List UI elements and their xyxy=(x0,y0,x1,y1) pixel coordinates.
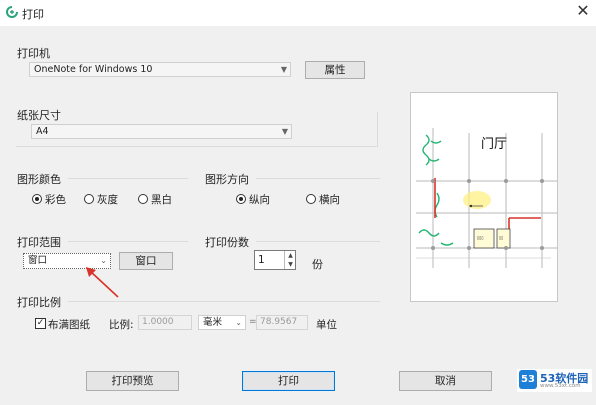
color-option-label: 灰度 xyxy=(97,194,118,206)
properties-button[interactable]: 属性 xyxy=(305,61,365,79)
divider xyxy=(68,301,380,302)
printer-label: 打印机 xyxy=(17,47,50,60)
chevron-down-icon: ▼ xyxy=(281,127,288,136)
stepper-down-icon[interactable]: ▼ xyxy=(284,260,296,269)
orientation-radio-portrait[interactable] xyxy=(236,194,246,204)
watermark-logo: 53 xyxy=(519,370,537,389)
window-button[interactable]: 窗口 xyxy=(119,252,173,270)
divider xyxy=(68,241,188,242)
divider xyxy=(377,112,378,147)
print-scale-label: 打印比例 xyxy=(17,296,61,309)
chevron-down-icon: ▼ xyxy=(280,65,287,74)
print-preview: ▯▯▯ ▯▯ 门厅 xyxy=(410,92,558,302)
color-radio-monochrome[interactable] xyxy=(138,194,148,204)
copies-unit: 份 xyxy=(312,258,323,271)
print-preview-button[interactable]: 打印预览 xyxy=(86,371,179,391)
fit-to-paper-checkbox[interactable]: ✓ xyxy=(35,318,46,329)
close-icon[interactable]: ✕ xyxy=(574,2,592,20)
color-option-label: 黑白 xyxy=(151,194,172,206)
divider xyxy=(16,146,378,147)
print-range-label: 打印范围 xyxy=(17,236,61,249)
color-option-label: 彩色 xyxy=(45,194,66,206)
ratio-input-value: 1.0000 xyxy=(142,317,174,327)
printer-select[interactable]: OneNote for Windows 10 ▼ xyxy=(29,62,291,77)
unit-value-text: 78.9567 xyxy=(260,317,298,327)
cancel-button[interactable]: 取消 xyxy=(399,371,492,391)
units-label: 单位 xyxy=(316,319,337,331)
color-radio-grayscale[interactable] xyxy=(84,194,94,204)
copies-stepper[interactable]: 1 ▲ ▼ xyxy=(254,250,296,270)
scale-unit-value: 毫米 xyxy=(203,317,223,328)
preview-room-label: 门厅 xyxy=(481,137,508,152)
color-radio-color[interactable] xyxy=(32,194,42,204)
orientation-radio-landscape[interactable] xyxy=(306,194,316,204)
annotation-arrow-icon xyxy=(86,267,119,298)
watermark-subtext: www.53xt.com xyxy=(540,383,581,389)
copies-label: 打印份数 xyxy=(205,236,249,249)
title-bar: 打印 ✕ xyxy=(0,0,596,26)
scale-unit-select[interactable]: 毫米 ⌄ xyxy=(198,315,246,330)
app-logo-icon xyxy=(6,6,18,18)
printer-select-value: OneNote for Windows 10 xyxy=(34,64,153,75)
color-label: 图形颜色 xyxy=(17,173,61,186)
unit-value-input[interactable]: 78.9567 xyxy=(256,315,308,330)
print-range-value: 窗口 xyxy=(28,255,48,266)
fit-to-paper-label: 布满图纸 xyxy=(48,319,90,331)
orientation-label: 图形方向 xyxy=(205,173,249,186)
chevron-down-icon: ⌄ xyxy=(235,318,242,327)
paper-size-value: A4 xyxy=(36,126,49,137)
orientation-option-label: 纵向 xyxy=(249,194,270,206)
print-button[interactable]: 打印 xyxy=(242,371,335,391)
divider xyxy=(256,241,380,242)
floor-plan-preview: ▯▯▯ ▯▯ xyxy=(411,93,557,301)
window-title: 打印 xyxy=(22,8,44,21)
divider xyxy=(256,178,380,179)
svg-text:▯▯▯: ▯▯▯ xyxy=(477,235,484,240)
ratio-input[interactable]: 1.0000 xyxy=(138,315,192,330)
paper-size-select[interactable]: A4 ▼ xyxy=(31,124,292,139)
orientation-option-label: 横向 xyxy=(319,194,340,206)
svg-text:▯▯: ▯▯ xyxy=(499,235,503,240)
paper-size-label: 纸张尺寸 xyxy=(17,109,61,122)
ratio-label: 比例: xyxy=(109,319,134,331)
stepper-up-icon[interactable]: ▲ xyxy=(284,251,296,260)
copies-value: 1 xyxy=(258,254,265,266)
divider xyxy=(68,178,188,179)
